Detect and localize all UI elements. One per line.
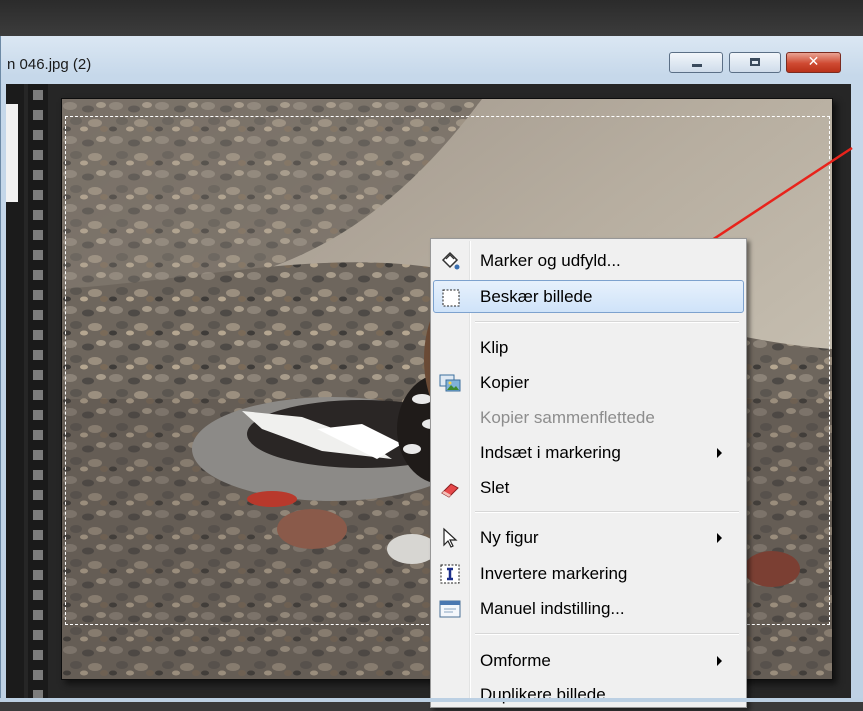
window-title: n 046.jpg (2): [7, 56, 92, 73]
menu-item-label: Omforme: [480, 651, 551, 670]
menu-separator: [475, 633, 739, 635]
eraser-icon: [439, 477, 461, 499]
menu-item-beskaer-billede[interactable]: Beskær billede: [433, 280, 744, 313]
maximize-button[interactable]: [729, 52, 781, 73]
menu-item-label: Invertere markering: [480, 564, 628, 583]
submenu-arrow-icon: [717, 656, 722, 666]
menu-item-label: Manuel indstilling...: [480, 599, 625, 618]
menu-item-label: Beskær billede: [480, 287, 593, 306]
pointer-icon: [439, 527, 461, 549]
fill-select-icon: [439, 250, 461, 272]
window-bottom-border: [0, 698, 863, 702]
crop-icon: [440, 287, 462, 309]
menu-item-kopier[interactable]: Kopier: [433, 366, 744, 399]
menu-item-label: Marker og udfyld...: [480, 251, 621, 270]
menu-item-invertere-markering[interactable]: Invertere markering: [433, 557, 744, 590]
invert-selection-icon: [439, 563, 461, 585]
menu-item-label: Kopier sammenflettede: [480, 408, 655, 427]
minimize-icon: [692, 64, 702, 67]
menu-item-slet[interactable]: Slet: [433, 471, 744, 504]
menu-separator: [475, 511, 739, 513]
menu-separator: [475, 321, 739, 323]
title-bar[interactable]: n 046.jpg (2) ✕: [1, 36, 863, 82]
thumbnail-strip[interactable]: [6, 84, 24, 702]
close-icon: ✕: [807, 54, 820, 70]
film-strip-border: [28, 84, 48, 702]
copy-image-icon: [439, 372, 461, 394]
menu-item-ny-figur[interactable]: Ny figur: [433, 521, 744, 554]
menu-item-label: Duplikere billede: [480, 685, 606, 704]
menu-item-indsaet-i-markering[interactable]: Indsæt i markering: [433, 436, 744, 469]
context-menu: Marker og udfyld... Beskær billede Klip …: [430, 238, 747, 708]
menu-item-label: Kopier: [480, 373, 530, 392]
manual-settings-icon: [439, 598, 461, 620]
menu-item-label: Klip: [480, 338, 509, 357]
menu-item-kopier-sammenflettede: Kopier sammenflettede: [433, 401, 744, 434]
minimize-button[interactable]: [669, 52, 723, 73]
submenu-arrow-icon: [717, 533, 722, 543]
close-button[interactable]: ✕: [786, 52, 841, 73]
menu-item-klip[interactable]: Klip: [433, 331, 744, 364]
thumbnail[interactable]: [6, 104, 18, 202]
menu-item-duplikere-billede[interactable]: Duplikere billede: [433, 678, 744, 711]
menu-item-label: Ny figur: [480, 528, 539, 547]
menu-item-marker-og-udfyld[interactable]: Marker og udfyld...: [433, 244, 744, 277]
menu-item-label: Slet: [480, 478, 510, 497]
menu-item-manuel-indstilling[interactable]: Manuel indstilling...: [433, 592, 744, 625]
desktop-background: [0, 0, 863, 36]
submenu-arrow-icon: [717, 448, 722, 458]
menu-item-label: Indsæt i markering: [480, 443, 621, 462]
menu-item-omforme[interactable]: Omforme: [433, 644, 744, 677]
maximize-icon: [750, 58, 760, 66]
